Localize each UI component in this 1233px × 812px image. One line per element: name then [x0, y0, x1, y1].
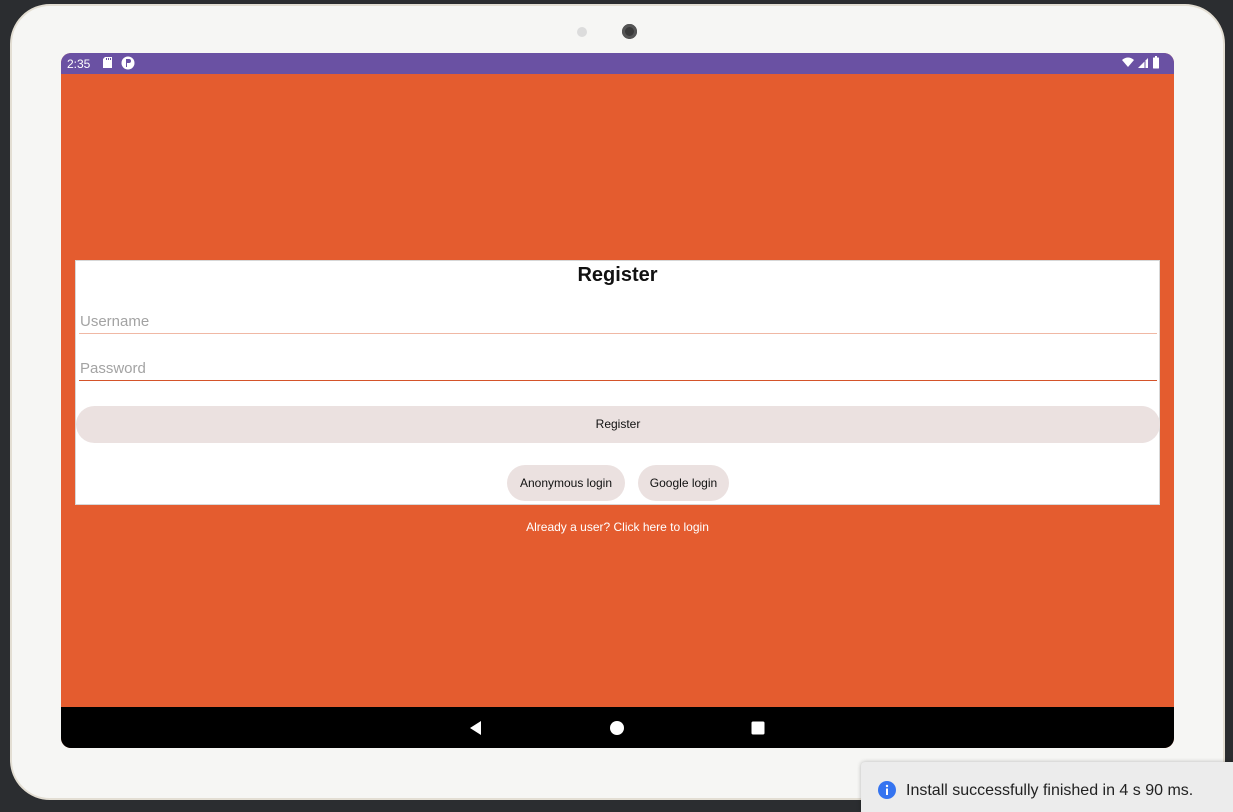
front-camera	[622, 24, 637, 39]
navigation-bar	[61, 707, 1174, 748]
install-toast: Install successfully finished in 4 s 90 …	[861, 762, 1233, 812]
login-link[interactable]: Already a user? Click here to login	[61, 520, 1174, 534]
register-card: Register Register Anonymous login Google…	[75, 260, 1160, 505]
recents-icon[interactable]	[749, 719, 767, 737]
wifi-icon	[1122, 57, 1134, 67]
username-field[interactable]	[79, 310, 1157, 334]
password-field[interactable]	[79, 357, 1157, 381]
device-screen: 2:35 Register Username Register Anonymou…	[61, 53, 1174, 748]
status-icons	[1122, 56, 1159, 69]
home-icon[interactable]	[608, 719, 626, 737]
back-icon[interactable]	[467, 719, 485, 737]
battery-icon	[1153, 56, 1159, 69]
app-area: Register Register Anonymous login Google…	[61, 74, 1174, 707]
status-bar: 2:35	[61, 53, 1174, 74]
register-button[interactable]: Register	[76, 406, 1160, 443]
sd-card-icon	[103, 57, 112, 68]
status-time: 2:35	[67, 57, 91, 71]
toast-message: Install successfully finished in 4 s 90 …	[906, 782, 1194, 799]
page-title: Register	[577, 264, 658, 286]
anonymous-login-button[interactable]: Anonymous login	[507, 465, 625, 501]
password-input[interactable]	[79, 357, 1157, 380]
google-login-button[interactable]: Google login	[638, 465, 729, 501]
username-input[interactable]	[79, 310, 1157, 333]
signal-icon	[1138, 58, 1148, 68]
app-notification-icon	[121, 56, 135, 70]
info-icon	[878, 781, 896, 799]
sensor-dot	[577, 27, 587, 37]
